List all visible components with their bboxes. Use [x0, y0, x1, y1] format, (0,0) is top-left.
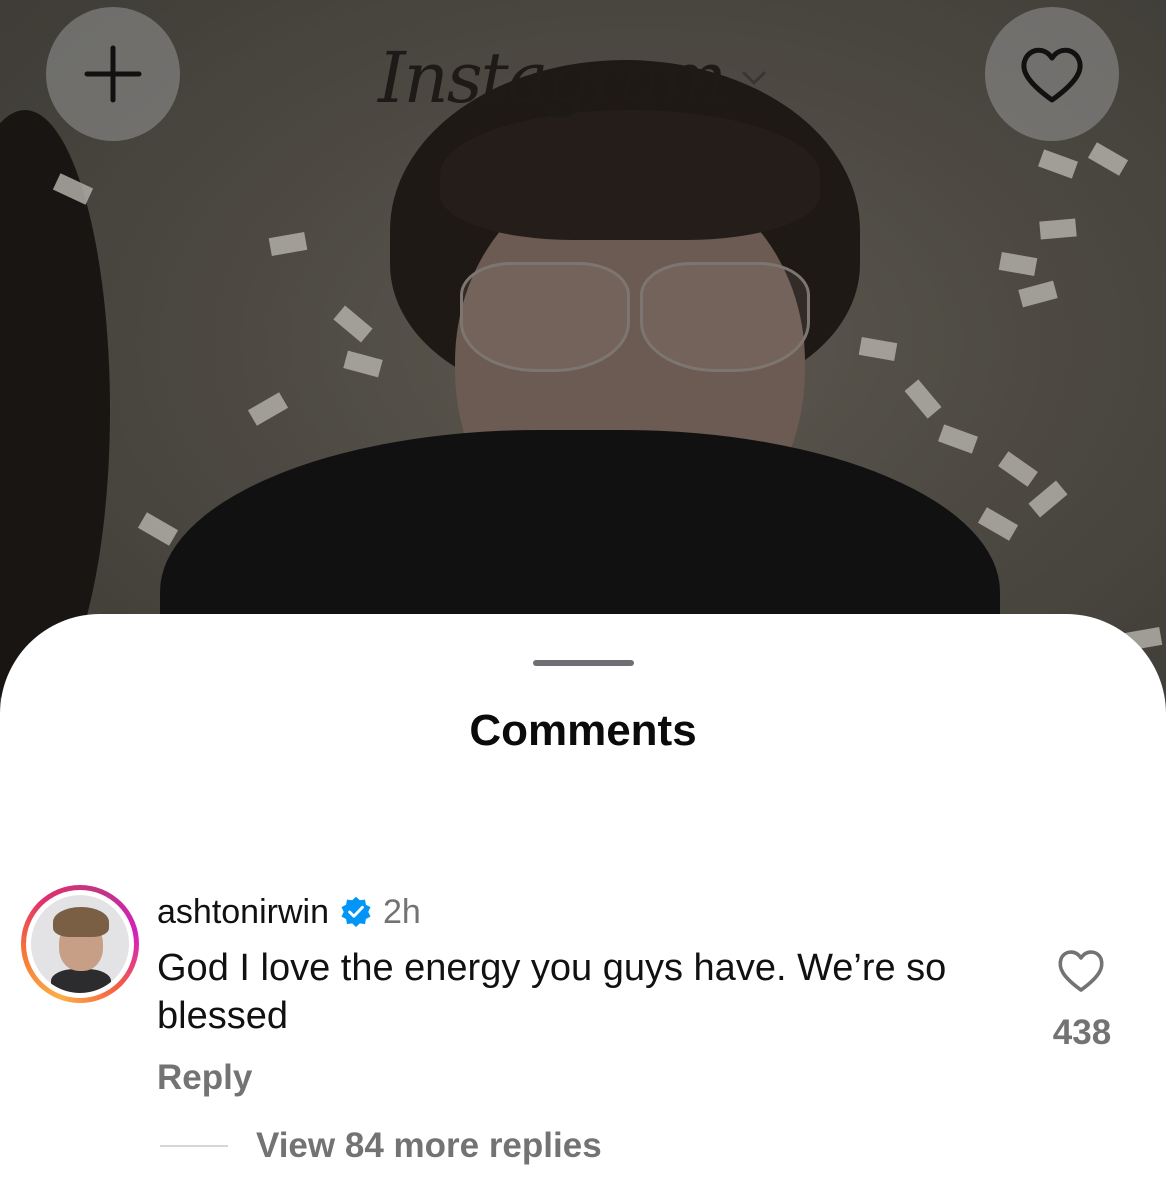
heart-outline-icon: [1021, 47, 1083, 103]
view-more-replies-label: View 84 more replies: [256, 1126, 602, 1165]
heart-outline-icon: [1058, 950, 1104, 992]
avatar-shirt: [51, 969, 111, 993]
comments-sheet: Comments ashtonirwin 2h God I love the e…: [0, 614, 1166, 1200]
instagram-logo: Instagram: [378, 37, 727, 119]
comment-timestamp: 2h: [382, 893, 421, 931]
replies-divider: [160, 1145, 228, 1147]
comments-title: Comments: [469, 706, 697, 755]
plus-icon: [84, 45, 142, 103]
comment-body: God I love the energy you guys have. We’…: [157, 947, 947, 1037]
instagram-logo-switcher[interactable]: Instagram: [378, 28, 767, 128]
verified-badge-icon: [339, 895, 373, 929]
comment-username[interactable]: ashtonirwin: [157, 892, 329, 932]
like-comment-button[interactable]: [1055, 946, 1107, 994]
view-more-replies-button[interactable]: View 84 more replies: [160, 1126, 602, 1166]
avatar: [31, 895, 129, 993]
avatar-ring-gap: [26, 890, 134, 998]
create-post-button[interactable]: [46, 7, 180, 141]
chevron-down-icon: [742, 71, 766, 85]
comment-header: ashtonirwin 2h: [157, 892, 421, 932]
reply-button[interactable]: Reply: [157, 1058, 252, 1098]
comment-like-count: 438: [1052, 1013, 1112, 1052]
activity-button[interactable]: [985, 7, 1119, 141]
sheet-drag-handle[interactable]: [533, 660, 634, 666]
avatar-hair: [53, 907, 109, 937]
avatar-story-ring[interactable]: [21, 885, 139, 1003]
